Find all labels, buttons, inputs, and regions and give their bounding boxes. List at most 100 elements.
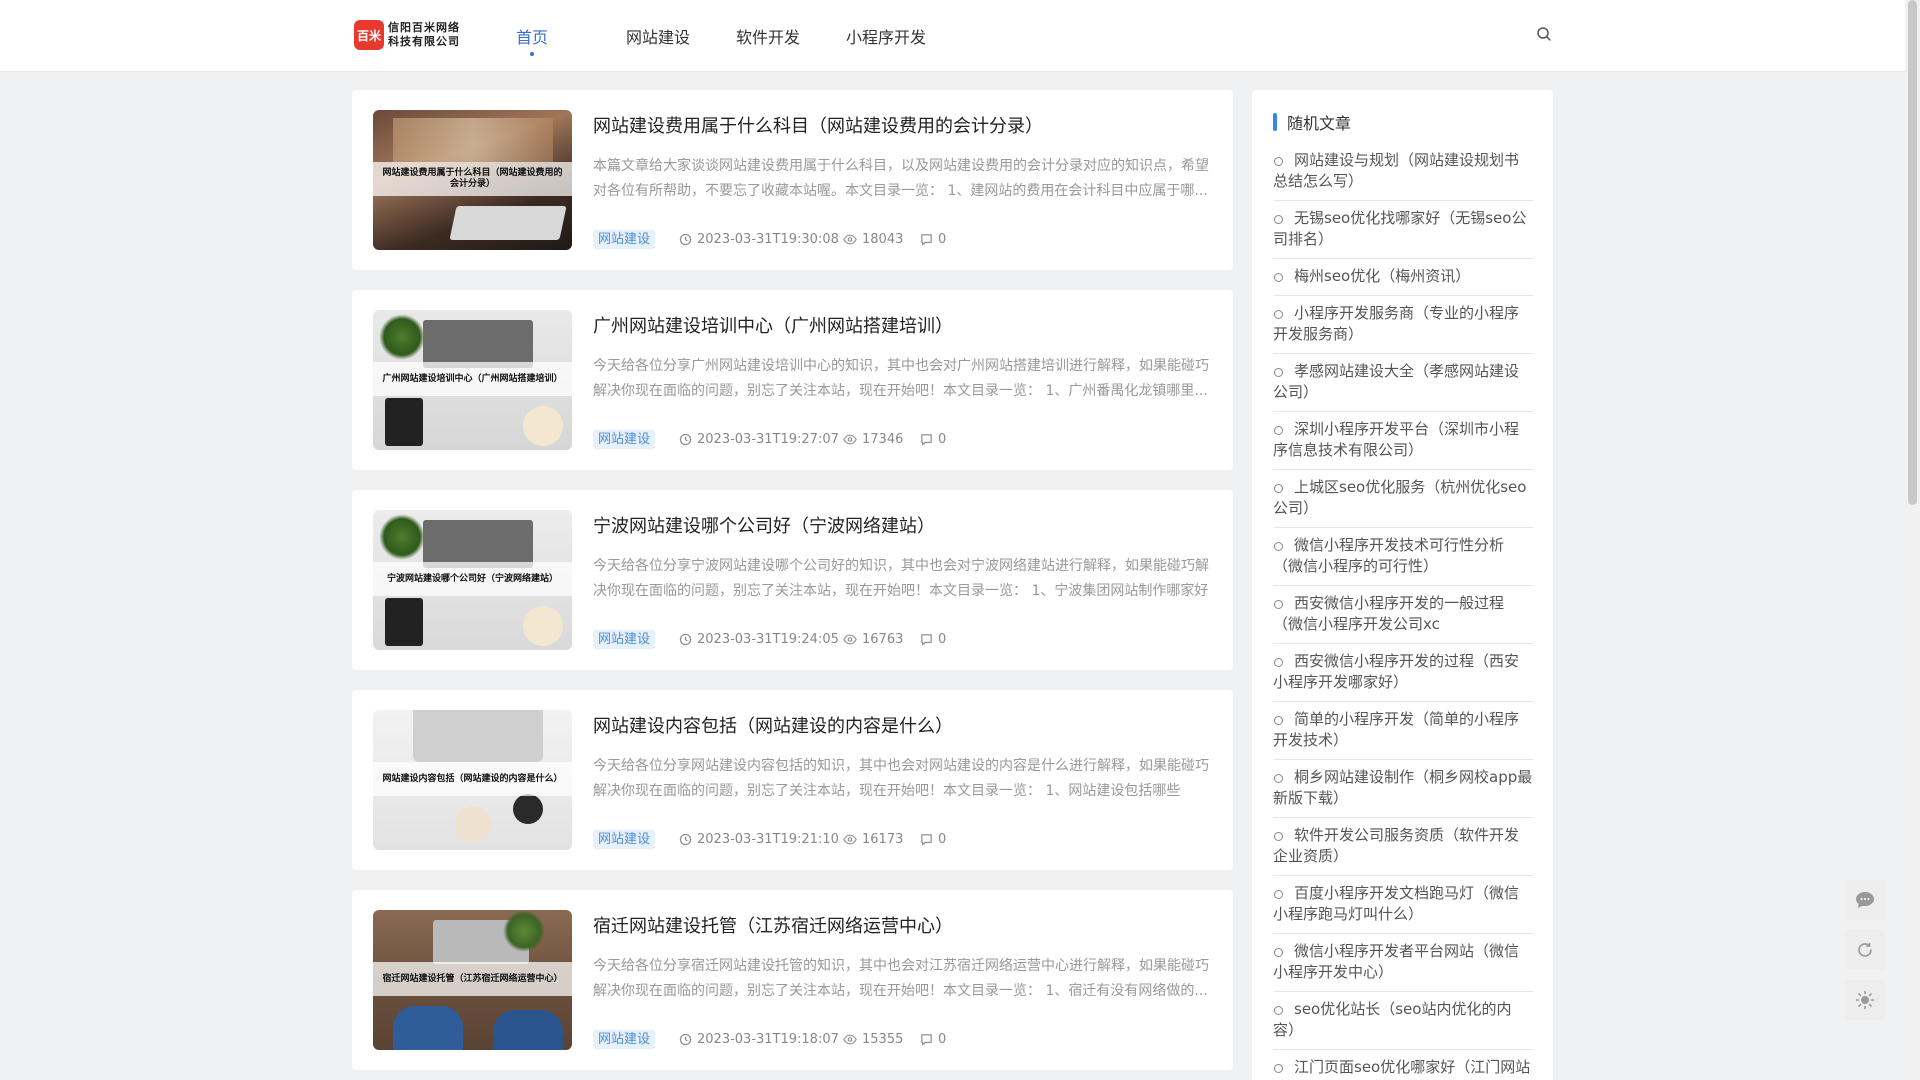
article-comments: 0 [920, 231, 946, 248]
article-date: 2023-03-31T19:18:07 [679, 1031, 839, 1048]
random-article-link[interactable]: 桐乡网站建设制作（桐乡网校app最新版下载） [1273, 760, 1533, 818]
random-article-link[interactable]: 百度小程序开发文档跑马灯（微信小程序跑马灯叫什么） [1273, 876, 1533, 934]
chat-button[interactable] [1845, 880, 1885, 920]
widget-title-text: 随机文章 [1287, 114, 1352, 133]
category-tag[interactable]: 网站建设 [593, 630, 656, 649]
page-scrollbar[interactable] [1905, 0, 1920, 1080]
thumb-caption: 广州网站建设培训中心（广州网站搭建培训） [373, 362, 572, 396]
chat-bubble-icon [1856, 892, 1874, 908]
nav-item-software[interactable]: 软件开发 [736, 24, 800, 48]
random-article-link[interactable]: 微信小程序开发者平台网站（微信小程序开发中心） [1273, 934, 1533, 992]
scrollbar-thumb[interactable] [1908, 0, 1917, 505]
eye-icon [843, 434, 857, 445]
comments-count: 0 [938, 432, 947, 447]
article-title[interactable]: 宿迁网站建设托管（江苏宿迁网络运营中心） [593, 912, 1213, 938]
random-article-link[interactable]: seo优化站长（seo站内优化的内容） [1273, 992, 1533, 1050]
site-logo[interactable]: 百米 信阳百米网络 科技有限公司 [354, 20, 460, 50]
thumb-laptop [449, 206, 567, 240]
views-count: 15355 [862, 1032, 904, 1047]
thumb-laptop [423, 320, 533, 368]
search-icon [1537, 27, 1551, 41]
random-article-link[interactable]: 西安微信小程序开发的一般过程（微信小程序开发公司xc [1273, 586, 1533, 644]
random-article-link[interactable]: 深圳小程序开发平台（深圳市小程序信息技术有限公司） [1273, 412, 1533, 470]
logo-line-2: 科技有限公司 [388, 35, 460, 48]
article-card: 网站建设内容包括（网站建设的内容是什么） 网站建设内容包括（网站建设的内容是什么… [352, 690, 1233, 870]
article-comments: 0 [920, 831, 946, 848]
nav-active-indicator [530, 52, 534, 56]
refresh-icon [1858, 942, 1872, 957]
article-thumbnail[interactable]: 网站建设费用属于什么科目（网站建设费用的会计分录） [373, 110, 572, 250]
article-excerpt: 今天给各位分享广州网站建设培训中心的知识，其中也会对广州网站搭建培训进行解释，如… [593, 358, 1209, 399]
random-article-link[interactable]: 简单的小程序开发（简单的小程序开发技术） [1273, 702, 1533, 760]
article-thumbnail[interactable]: 宁波网站建设哪个公司好（宁波网络建站） [373, 510, 572, 650]
nav-item-label: 首页 [516, 28, 549, 47]
thumb-caption: 网站建设内容包括（网站建设的内容是什么） [373, 762, 572, 796]
random-article-link[interactable]: 网站建设与规划（网站建设规划书总结怎么写） [1273, 143, 1533, 201]
thumb-notebook [385, 598, 423, 646]
nav-item-website[interactable]: 网站建设 [626, 24, 690, 48]
article-card: 宁波网站建设哪个公司好（宁波网络建站） 宁波网站建设哪个公司好（宁波网络建站） … [352, 490, 1233, 670]
clock-icon [679, 633, 692, 646]
thumb-person [393, 1006, 463, 1050]
thumb-cup [513, 794, 543, 824]
article-views: 15355 [843, 1031, 903, 1048]
nav-item-label: 小程序开发 [846, 28, 927, 47]
thumb-plant [503, 910, 545, 952]
article-title[interactable]: 网站建设费用属于什么科目（网站建设费用的会计分录） [593, 112, 1213, 138]
article-thumbnail[interactable]: 网站建设内容包括（网站建设的内容是什么） [373, 710, 572, 850]
comment-icon [921, 634, 932, 646]
random-article-link[interactable]: 西安微信小程序开发的过程（西安小程序开发哪家好） [1273, 644, 1533, 702]
thumb-laptop [423, 520, 533, 568]
theme-toggle-button[interactable] [1845, 980, 1885, 1020]
thumb-plant [379, 314, 425, 360]
category-tag[interactable]: 网站建设 [593, 830, 656, 849]
widget-title: 随机文章 [1273, 112, 1352, 133]
thumb-plant [379, 514, 425, 560]
thumb-caption: 宁波网站建设哪个公司好（宁波网络建站） [373, 562, 572, 596]
date-text: 2023-03-31T19:30:08 [697, 232, 839, 247]
random-articles-widget: 随机文章 网站建设与规划（网站建设规划书总结怎么写） 无锡seo优化找哪家好（无… [1252, 90, 1553, 1080]
category-tag[interactable]: 网站建设 [593, 1030, 656, 1049]
nav-item-miniprogram[interactable]: 小程序开发 [846, 24, 926, 48]
article-title[interactable]: 宁波网站建设哪个公司好（宁波网络建站） [593, 512, 1213, 538]
random-article-link[interactable]: 梅州seo优化（梅州资讯） [1273, 259, 1533, 296]
article-card: 网站建设费用属于什么科目（网站建设费用的会计分录） 网站建设费用属于什么科目（网… [352, 90, 1233, 270]
refresh-button[interactable] [1845, 930, 1885, 970]
date-text: 2023-03-31T19:18:07 [697, 1032, 839, 1047]
date-text: 2023-03-31T19:21:10 [697, 832, 839, 847]
clock-icon [679, 1033, 692, 1046]
header-inner: 百米 信阳百米网络 科技有限公司 首页 网站建设 软件开发 小程序开发 [352, 0, 1552, 72]
category-tag[interactable]: 网站建设 [593, 230, 656, 249]
logo-mark: 百米 [354, 20, 384, 50]
views-count: 16173 [862, 832, 904, 847]
eye-icon [843, 1034, 857, 1045]
thumb-person [493, 1010, 563, 1050]
article-date: 2023-03-31T19:30:08 [679, 231, 839, 248]
article-title[interactable]: 广州网站建设培训中心（广州网站搭建培训） [593, 312, 1213, 338]
random-article-link[interactable]: 无锡seo优化找哪家好（无锡seo公司排名） [1273, 201, 1533, 259]
thumb-laptop [413, 710, 543, 762]
nav-item-label: 网站建设 [626, 28, 691, 47]
random-article-link[interactable]: 江门页面seo优化哪家好（江门网站 [1273, 1050, 1533, 1080]
clock-icon [679, 833, 692, 846]
article-card: 宿迁网站建设托管（江苏宿迁网络运营中心） 宿迁网站建设托管（江苏宿迁网络运营中心… [352, 890, 1233, 1070]
category-tag[interactable]: 网站建设 [593, 430, 656, 449]
random-articles-list: 网站建设与规划（网站建设规划书总结怎么写） 无锡seo优化找哪家好（无锡seo公… [1273, 143, 1533, 1080]
random-article-link[interactable]: 微信小程序开发技术可行性分析（微信小程序的可行性） [1273, 528, 1533, 586]
article-excerpt: 今天给各位分享网站建设内容包括的知识，其中也会对网站建设的内容是什么进行解释，如… [593, 758, 1209, 799]
title-accent-bar [1273, 113, 1277, 131]
random-article-link[interactable]: 上城区seo优化服务（杭州优化seo公司） [1273, 470, 1533, 528]
article-title[interactable]: 网站建设内容包括（网站建设的内容是什么） [593, 712, 1213, 738]
article-excerpt: 今天给各位分享宁波网站建设哪个公司好的知识，其中也会对宁波网络建站进行解释，如果… [593, 558, 1209, 599]
date-text: 2023-03-31T19:24:05 [697, 632, 839, 647]
random-article-link[interactable]: 孝感网站建设大全（孝感网站建设公司） [1273, 354, 1533, 412]
search-button[interactable] [1536, 26, 1554, 44]
article-views: 16763 [843, 631, 903, 648]
random-article-link[interactable]: 软件开发公司服务资质（软件开发企业资质） [1273, 818, 1533, 876]
clock-icon [679, 433, 692, 446]
random-article-link[interactable]: 小程序开发服务商（专业的小程序开发服务商） [1273, 296, 1533, 354]
nav-item-home[interactable]: 首页 [516, 24, 549, 56]
comments-count: 0 [938, 832, 947, 847]
article-thumbnail[interactable]: 广州网站建设培训中心（广州网站搭建培训） [373, 310, 572, 450]
article-thumbnail[interactable]: 宿迁网站建设托管（江苏宿迁网络运营中心） [373, 910, 572, 1050]
